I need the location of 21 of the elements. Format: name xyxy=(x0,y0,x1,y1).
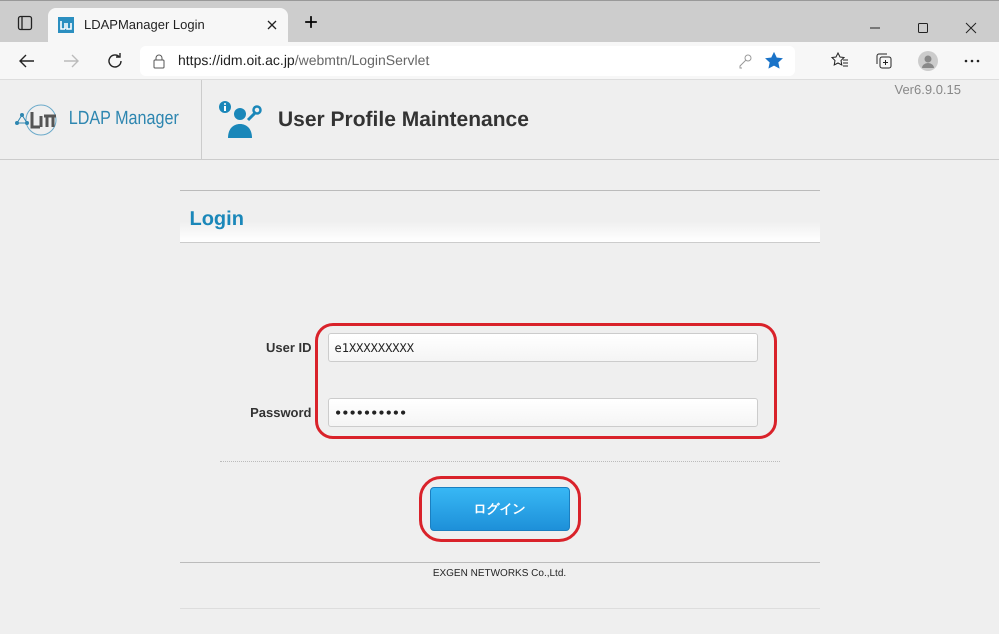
footer-text: EXGEN NETWORKS Co.,Ltd. xyxy=(180,562,820,609)
browser-tab[interactable]: LDAPManager Login xyxy=(48,8,288,42)
version-text: Ver6.9.0.15 xyxy=(894,81,961,99)
close-icon[interactable] xyxy=(965,22,977,34)
logo-text: LDAP Manager xyxy=(68,107,179,132)
star-icon[interactable] xyxy=(765,52,783,70)
field-label: User ID xyxy=(264,338,312,357)
field-label: Password xyxy=(249,404,312,422)
tab-title: LDAPManager Login xyxy=(84,16,206,34)
lock-icon xyxy=(152,52,166,68)
input-field[interactable]: e1XXXXXXXXX xyxy=(328,333,758,362)
key-icon[interactable] xyxy=(737,52,753,68)
favicon-icon xyxy=(58,17,74,33)
url-text: https://idm.oit.ac.jp/webmtn/LoginServlet xyxy=(178,51,430,70)
new-tab-button[interactable]: + xyxy=(296,8,326,38)
user-tools-icon xyxy=(218,100,262,140)
close-icon[interactable] xyxy=(266,19,278,31)
page-title: User Profile Maintenance xyxy=(278,106,529,133)
address-bar[interactable]: https://idm.oit.ac.jp/webmtn/LoginServlet xyxy=(140,46,795,76)
maximize-icon[interactable] xyxy=(917,22,929,34)
input-field[interactable]: •••••••••• xyxy=(328,398,758,427)
